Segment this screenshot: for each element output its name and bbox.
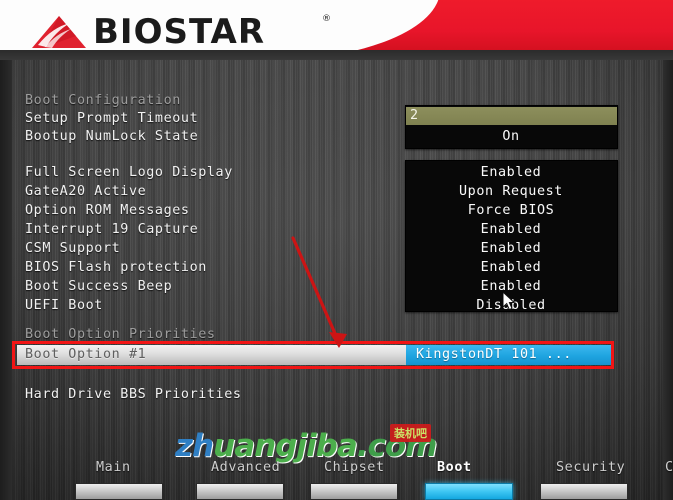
setting-label-uefi-boot[interactable]: UEFI Boot: [25, 298, 103, 313]
option-rom-messages-value[interactable]: Force BIOS: [405, 203, 617, 218]
setting-label-setup-prompt-timeout[interactable]: Setup Prompt Timeout: [25, 111, 198, 126]
tab-button-security[interactable]: [540, 483, 628, 500]
setting-label-bios-flash-protection[interactable]: BIOS Flash protection: [25, 260, 207, 275]
submenu-hard-drive-bbs-priorities[interactable]: Hard Drive BBS Priorities: [25, 387, 242, 402]
tab-button-chipset[interactable]: [310, 483, 398, 500]
tab-button-advanced[interactable]: [196, 483, 284, 500]
bottom-tab-bar: Main Advanced Chipset Boot Security C: [0, 452, 673, 500]
bios-setup-screen: BIOSTAR ® Boot Configuration Setup Promp…: [0, 0, 673, 500]
full-screen-logo-display-value[interactable]: Enabled: [405, 165, 617, 180]
tab-label-chipset[interactable]: Chipset: [324, 460, 385, 475]
mouse-pointer-arrow-icon: [503, 292, 516, 311]
section-header-boot-configuration: Boot Configuration: [25, 93, 181, 108]
right-rail: [663, 56, 673, 500]
setting-label-csm-support[interactable]: CSM Support: [25, 241, 120, 256]
brand-text-star: STAR: [163, 12, 266, 52]
registered-mark: ®: [322, 14, 331, 24]
setting-label-interrupt-19-capture[interactable]: Interrupt 19 Capture: [25, 222, 198, 237]
bootup-numlock-state-value[interactable]: On: [405, 129, 617, 144]
brand-name: BIOSTAR: [93, 12, 265, 52]
setup-prompt-timeout-value: 2: [410, 108, 419, 123]
setting-label-full-screen-logo-display[interactable]: Full Screen Logo Display: [25, 165, 233, 180]
tab-label-boot[interactable]: Boot: [437, 460, 472, 475]
interrupt-19-capture-value[interactable]: Enabled: [405, 222, 617, 237]
biostar-logo-icon: [32, 16, 86, 48]
tab-label-main[interactable]: Main: [96, 460, 131, 475]
tab-label-advanced[interactable]: Advanced: [211, 460, 280, 475]
section-header-boot-option-priorities: Boot Option Priorities: [25, 327, 216, 342]
tab-label-partial[interactable]: C: [665, 460, 673, 475]
watermark-badge: 装机吧: [390, 424, 431, 442]
tab-button-boot[interactable]: [425, 483, 513, 500]
setup-prompt-timeout-input[interactable]: 2: [406, 107, 617, 125]
tab-button-main[interactable]: [75, 483, 163, 500]
brand-text-b: BI: [93, 12, 134, 52]
header-banner: BIOSTAR ®: [0, 0, 673, 60]
setting-label-boot-success-beep[interactable]: Boot Success Beep: [25, 279, 172, 294]
bios-flash-protection-value[interactable]: Enabled: [405, 260, 617, 275]
brand-globe-o: O: [133, 12, 164, 52]
setting-label-bootup-numlock-state[interactable]: Bootup NumLock State: [25, 129, 198, 144]
annotation-arrow-icon: [291, 236, 347, 348]
setting-label-option-rom-messages[interactable]: Option ROM Messages: [25, 203, 190, 218]
tab-label-security[interactable]: Security: [556, 460, 625, 475]
csm-support-value[interactable]: Enabled: [405, 241, 617, 256]
setting-label-gatea20-active[interactable]: GateA20 Active: [25, 184, 146, 199]
left-rail: [0, 56, 12, 500]
gatea20-active-value[interactable]: Upon Request: [405, 184, 617, 199]
